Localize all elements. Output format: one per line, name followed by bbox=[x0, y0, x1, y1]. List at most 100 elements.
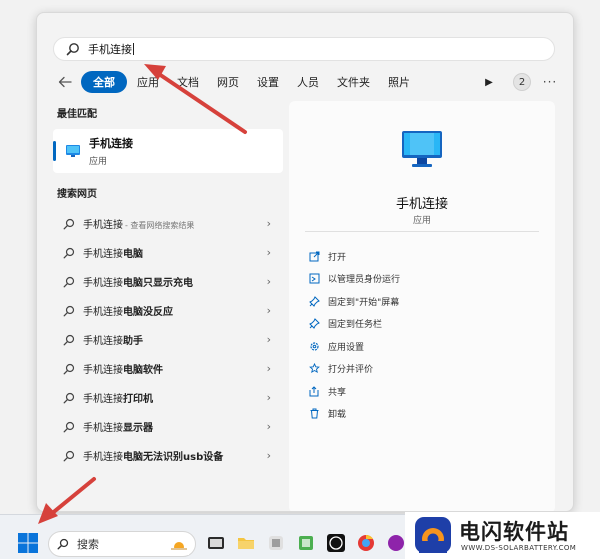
trash-icon bbox=[310, 408, 319, 419]
search-query-text: 手机连接 bbox=[88, 43, 132, 56]
filter-tab-apps[interactable]: 应用 bbox=[129, 71, 167, 93]
suggestion-text: 手机连接电脑无法识别usb设备 bbox=[83, 452, 224, 463]
search-icon bbox=[63, 421, 75, 432]
web-suggestion-list: 手机连接 - 查看网络搜索结果 › 手机连接电脑 › 手机连接电脑只显示充电 › … bbox=[53, 209, 283, 470]
back-arrow-icon[interactable] bbox=[55, 72, 75, 92]
action-pin-to-taskbar[interactable]: 固定到任务栏 bbox=[309, 313, 400, 336]
chevron-right-icon: › bbox=[266, 333, 271, 346]
action-share[interactable]: 共享 bbox=[309, 380, 400, 403]
search-icon bbox=[63, 247, 75, 258]
dell-icon[interactable] bbox=[326, 533, 346, 553]
search-input[interactable]: 手机连接 bbox=[53, 37, 555, 61]
selection-indicator bbox=[53, 141, 56, 161]
search-icon bbox=[63, 363, 75, 374]
app-icon[interactable] bbox=[266, 533, 286, 553]
pin-icon bbox=[309, 295, 320, 307]
app-icon[interactable] bbox=[296, 533, 316, 553]
share-icon bbox=[309, 386, 319, 397]
web-suggestion[interactable]: 手机连接打印机 › bbox=[53, 383, 283, 412]
chevron-right-icon: › bbox=[266, 362, 271, 375]
search-highlight-icon bbox=[169, 542, 189, 555]
best-match-name: 手机连接 bbox=[89, 137, 133, 150]
filter-tab-web[interactable]: 网页 bbox=[209, 71, 247, 93]
web-suggestion[interactable]: 手机连接电脑没反应 › bbox=[53, 296, 283, 325]
action-share-label: 共享 bbox=[328, 387, 347, 398]
filter-tab-all[interactable]: 全部 bbox=[81, 71, 127, 93]
action-app-settings[interactable]: 应用设置 bbox=[309, 335, 400, 358]
search-icon bbox=[63, 450, 75, 461]
filter-tab-photos[interactable]: 照片 bbox=[380, 71, 418, 93]
action-rate-review[interactable]: 打分并评价 bbox=[309, 358, 400, 381]
watermark-url: WWW.DS-SOLARBATTERY.COM bbox=[461, 544, 577, 552]
filter-tab-settings[interactable]: 设置 bbox=[249, 71, 287, 93]
best-match-type: 应用 bbox=[89, 157, 108, 167]
more-options-icon[interactable]: ··· bbox=[541, 73, 559, 91]
suggestion-text: 手机连接助手 bbox=[83, 336, 143, 347]
action-open-label: 打开 bbox=[328, 252, 347, 263]
desktop-app-icon[interactable] bbox=[206, 533, 226, 553]
web-suggestion[interactable]: 手机连接电脑无法识别usb设备 › bbox=[53, 441, 283, 470]
chevron-right-icon: › bbox=[266, 391, 271, 404]
suggestion-text: 手机连接 - 查看网络搜索结果 bbox=[83, 220, 195, 231]
open-icon bbox=[309, 251, 320, 262]
best-match-item[interactable]: 手机连接 应用 bbox=[53, 129, 283, 173]
action-rate-review-label: 打分并评价 bbox=[328, 365, 374, 376]
watermark-title: 电闪软件站 bbox=[459, 520, 569, 544]
gear-icon bbox=[310, 342, 319, 351]
browser-icon[interactable] bbox=[356, 533, 376, 553]
action-uninstall[interactable]: 卸载 bbox=[309, 403, 400, 426]
action-pin-to-start-label: 固定到"开始"屏幕 bbox=[328, 297, 400, 308]
admin-shield-icon bbox=[309, 273, 320, 284]
search-icon bbox=[63, 392, 75, 403]
suggestion-text: 手机连接电脑软件 bbox=[83, 365, 163, 376]
results-column: 最佳匹配 手机连接 应用 搜索网页 手机连接- 查看网络搜索结果 › 手机连接 bbox=[53, 107, 283, 470]
action-uninstall-label: 卸载 bbox=[328, 410, 347, 421]
taskbar-search-placeholder: 搜索 bbox=[77, 538, 99, 551]
chevron-right-icon: › bbox=[266, 449, 271, 462]
app-icon[interactable] bbox=[386, 533, 406, 553]
chevron-right-icon: › bbox=[266, 246, 271, 259]
action-pin-to-taskbar-label: 固定到任务栏 bbox=[328, 320, 383, 331]
chevron-right-icon: › bbox=[266, 275, 271, 288]
app-detail-pane: 手机连接 应用 打开 以管理员身份运行 固定到"开始"屏幕 固定到任务栏 应用设… bbox=[289, 101, 555, 511]
watermark: 电闪软件站 WWW.DS-SOLARBATTERY.COM bbox=[405, 512, 600, 559]
suggestion-text: 手机连接电脑没反应 bbox=[83, 307, 173, 318]
site-logo bbox=[415, 517, 451, 553]
web-suggestion[interactable]: 手机连接显示器 › bbox=[53, 412, 283, 441]
search-icon bbox=[66, 43, 79, 56]
suggestion-text: 手机连接打印机 bbox=[83, 394, 153, 405]
windows-start-icon[interactable] bbox=[17, 532, 39, 554]
best-match-heading: 最佳匹配 bbox=[57, 109, 97, 120]
file-explorer-icon[interactable] bbox=[236, 533, 256, 553]
action-run-as-admin[interactable]: 以管理员身份运行 bbox=[309, 268, 400, 291]
filter-tab-people[interactable]: 人员 bbox=[289, 71, 327, 93]
chevron-right-icon: › bbox=[266, 304, 271, 317]
search-icon bbox=[63, 218, 75, 229]
web-suggestion[interactable]: 手机连接 - 查看网络搜索结果 › bbox=[53, 209, 283, 238]
rewards-count-badge[interactable]: 2 bbox=[513, 73, 531, 91]
star-icon bbox=[309, 363, 320, 374]
search-icon bbox=[63, 334, 75, 345]
filter-tab-documents[interactable]: 文档 bbox=[169, 71, 207, 93]
web-suggestion[interactable]: 手机连接电脑软件 › bbox=[53, 354, 283, 383]
chevron-right-icon: › bbox=[266, 217, 271, 230]
web-suggestion[interactable]: 手机连接电脑只显示充电 › bbox=[53, 267, 283, 296]
filter-bar: 全部 应用 文档 网页 设置 人员 文件夹 照片 ▶ 2 ··· bbox=[55, 71, 559, 93]
action-pin-to-start[interactable]: 固定到"开始"屏幕 bbox=[309, 290, 400, 313]
web-suggestion[interactable]: 手机连接助手 › bbox=[53, 325, 283, 354]
suggestion-text: 手机连接电脑 bbox=[83, 249, 143, 260]
action-app-settings-label: 应用设置 bbox=[328, 342, 365, 353]
detail-divider bbox=[305, 231, 539, 232]
taskbar-search-box[interactable]: 搜索 bbox=[48, 531, 196, 557]
play-more-filters-icon[interactable]: ▶ bbox=[479, 72, 499, 92]
detail-app-type: 应用 bbox=[412, 216, 431, 226]
phone-link-large-icon bbox=[402, 131, 442, 167]
filter-tab-folders[interactable]: 文件夹 bbox=[329, 71, 378, 93]
pin-icon bbox=[309, 318, 320, 330]
action-open[interactable]: 打开 bbox=[309, 245, 400, 268]
web-suggestion[interactable]: 手机连接电脑 › bbox=[53, 238, 283, 267]
web-search-heading: 搜索网页 bbox=[57, 189, 97, 200]
search-icon bbox=[57, 538, 69, 550]
detail-actions: 打开 以管理员身份运行 固定到"开始"屏幕 固定到任务栏 应用设置 打分并评价 bbox=[309, 245, 400, 425]
suggestion-text: 手机连接显示器 bbox=[83, 423, 153, 434]
